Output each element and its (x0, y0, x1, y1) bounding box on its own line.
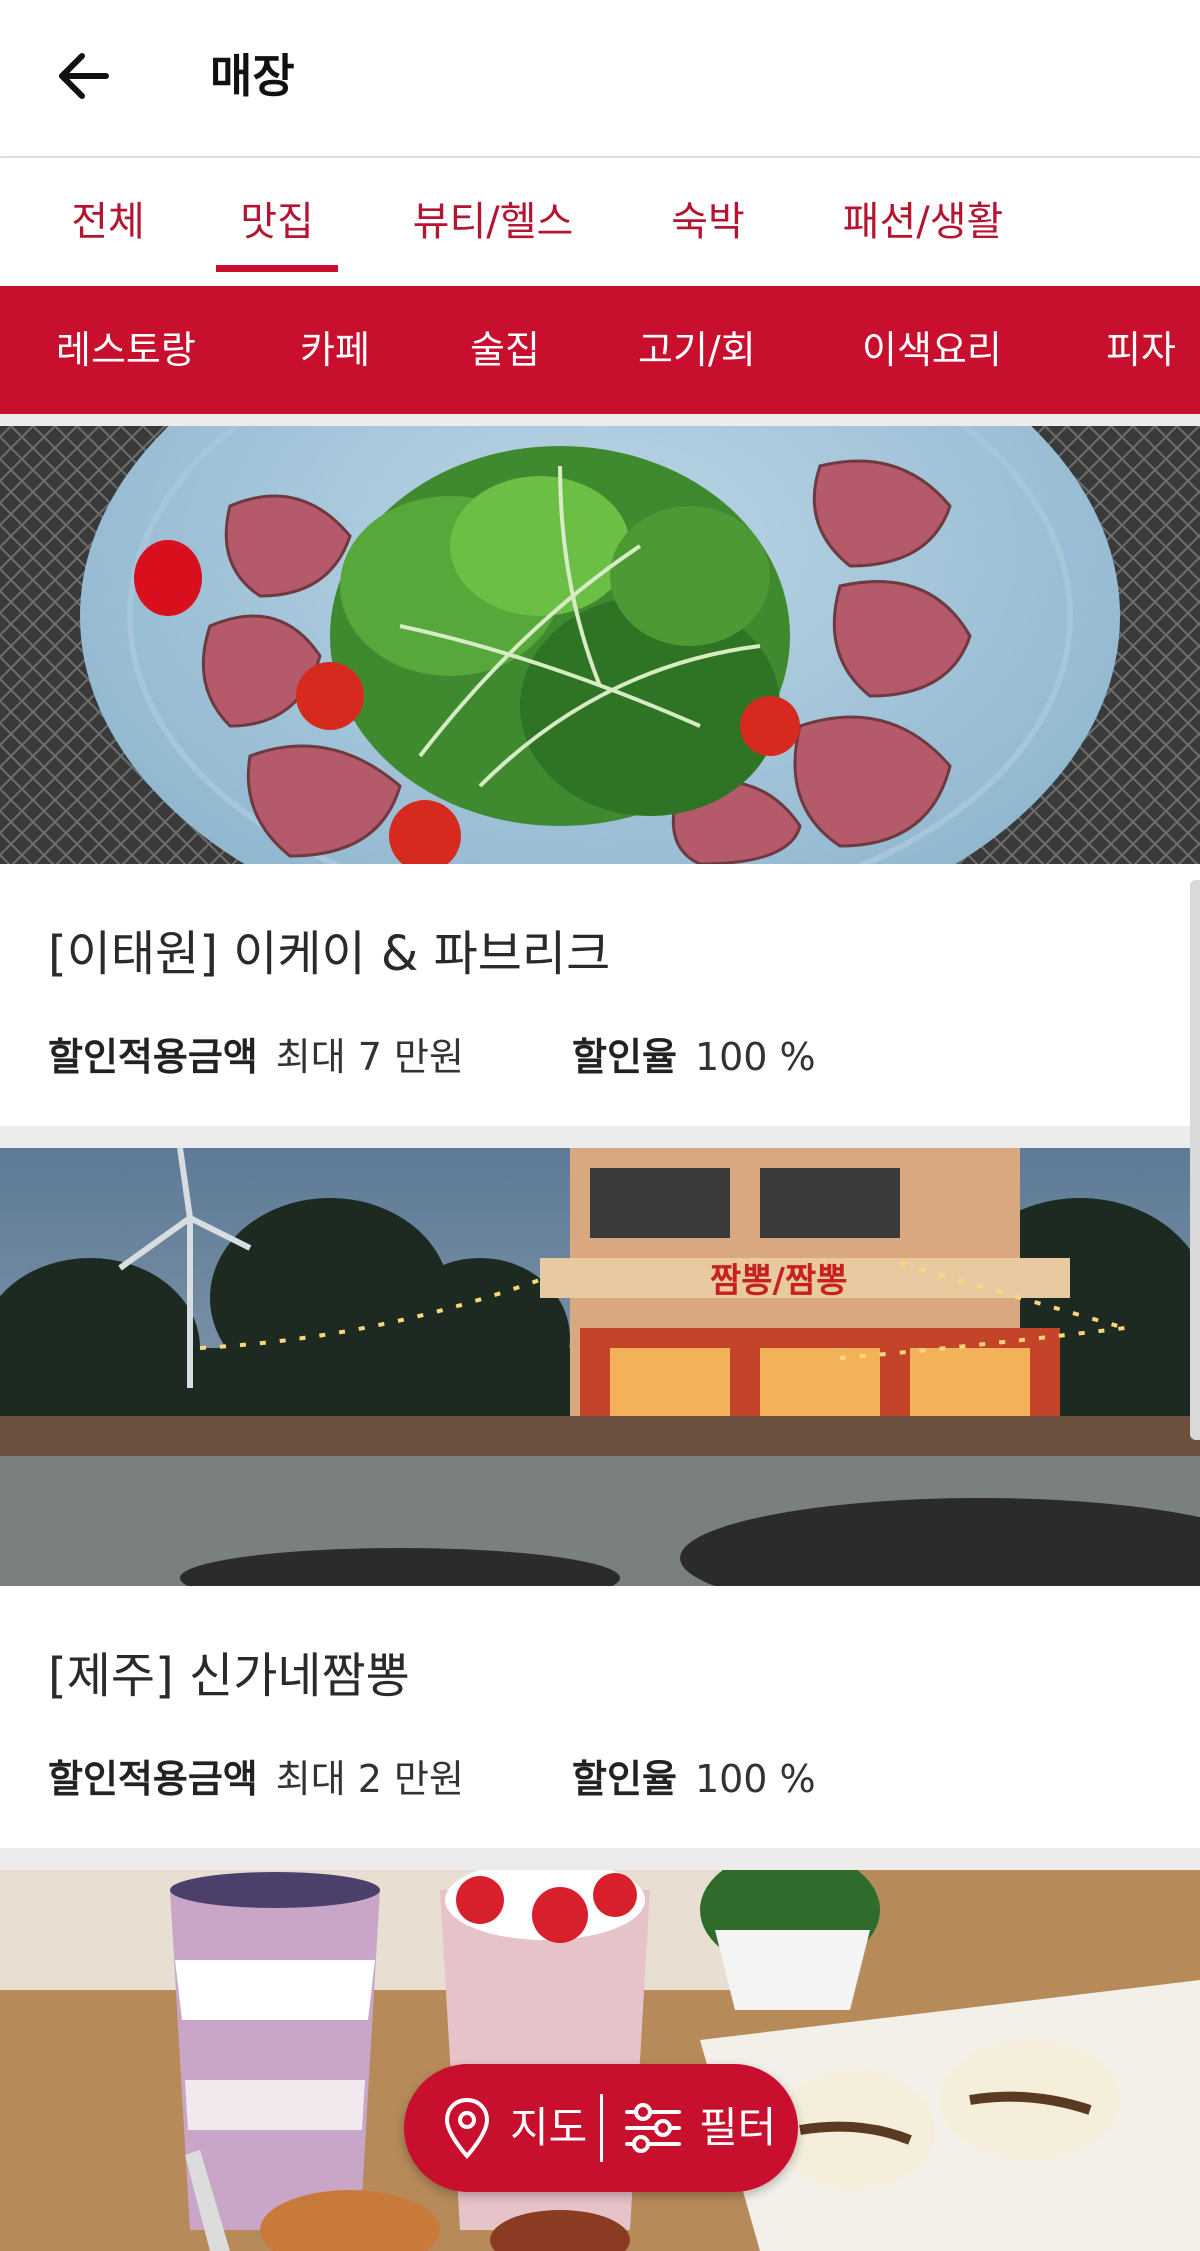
discount-rate-value: 100 % (694, 1757, 816, 1801)
back-button[interactable] (48, 40, 120, 112)
arrow-left-icon (59, 53, 109, 99)
discount-amount-label: 할인적용금액 (48, 1757, 258, 1801)
map-label: 지도 (510, 2103, 588, 2152)
discount-rate-label: 할인율 (572, 1757, 677, 1801)
app-header: 매장 (0, 0, 1200, 156)
map-filter-fab: 지도 필터 (404, 2064, 798, 2192)
store-title: [이태원] 이케이 & 파브리크 (48, 926, 611, 982)
tab-beauty-health[interactable]: 뷰티/헬스 (408, 158, 578, 286)
discount-rate-label: 할인율 (572, 1035, 677, 1079)
subcategory-pizza[interactable]: 피자 (1106, 286, 1176, 414)
store-discount-info: 할인적용금액 최대 2 만원 할인율 100 % (48, 1748, 816, 1803)
store-discount-info: 할인적용금액 최대 7 만원 할인율 100 % (48, 1026, 816, 1081)
subcategory-meat-raw-fish[interactable]: 고기/회 (638, 286, 756, 414)
discount-amount-value: 최대 2 만원 (275, 1757, 464, 1801)
tab-fashion-living[interactable]: 패션/생활 (838, 158, 1008, 286)
tab-restaurants[interactable]: 맛집 (216, 158, 338, 286)
discount-amount-value: 최대 7 만원 (275, 1035, 464, 1079)
scrollbar[interactable] (1190, 880, 1200, 1440)
store-sign-text: 짬뽕/짬뽕 (710, 1261, 848, 1301)
filter-label: 필터 (699, 2103, 777, 2152)
store-photo (0, 426, 1200, 864)
tab-lodging[interactable]: 숙박 (668, 158, 748, 286)
subcategory-bar: 레스토랑 카페 술집 고기/회 이색요리 피자 (0, 286, 1200, 414)
store-photo (0, 1870, 1200, 2251)
map-pin-icon (444, 2097, 490, 2159)
store-card[interactable] (0, 1870, 1200, 2251)
category-tabs: 전체 맛집 뷰티/헬스 숙박 패션/생활 (0, 158, 1200, 286)
store-card[interactable]: 짬뽕/짬뽕 [제주] 신가네짬뽕 할인적용금액 최대 2 만원 할인율 100 % (0, 1148, 1200, 1848)
subcategory-unique-cuisine[interactable]: 이색요리 (862, 286, 1002, 414)
subcategory-bar-pub[interactable]: 술집 (470, 286, 540, 414)
store-photo: 짬뽕/짬뽕 (0, 1148, 1200, 1586)
tab-all[interactable]: 전체 (70, 158, 146, 286)
map-button[interactable]: 지도 (404, 2064, 600, 2192)
filter-button[interactable]: 필터 (603, 2064, 798, 2192)
filter-sliders-icon (625, 2103, 681, 2153)
subcategory-cafe[interactable]: 카페 (300, 286, 370, 414)
discount-rate-value: 100 % (694, 1035, 816, 1079)
discount-amount-label: 할인적용금액 (48, 1035, 258, 1079)
store-card[interactable]: [이태원] 이케이 & 파브리크 할인적용금액 최대 7 만원 할인율 100 % (0, 426, 1200, 1126)
page-title: 매장 (210, 49, 295, 103)
store-title: [제주] 신가네짬뽕 (48, 1648, 410, 1704)
subcategory-restaurant[interactable]: 레스토랑 (56, 286, 196, 414)
